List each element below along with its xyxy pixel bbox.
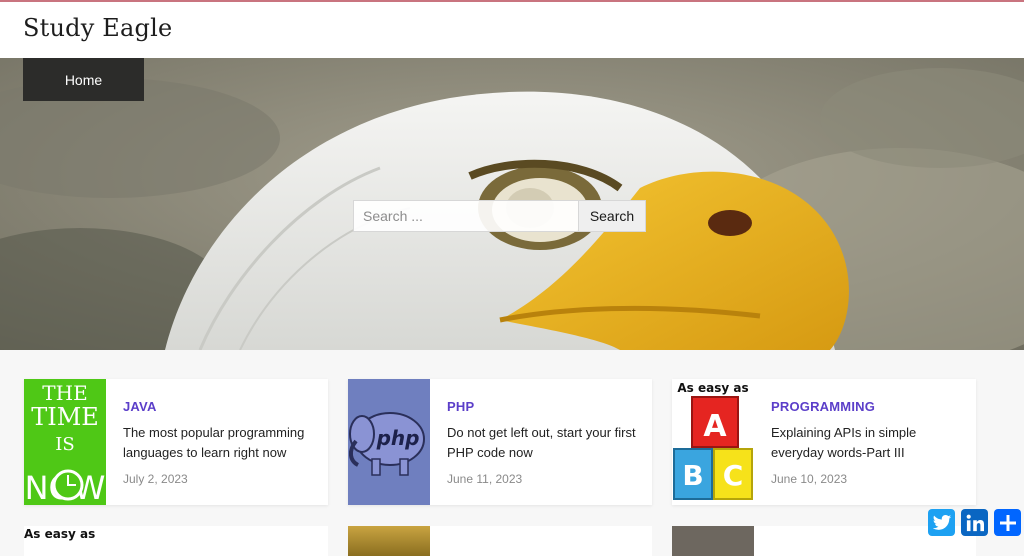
nav-home-link[interactable]: Home — [23, 58, 144, 101]
post-title[interactable]: Do not get left out, start your first PH… — [447, 423, 643, 463]
post-category[interactable]: PHP — [447, 399, 474, 414]
post-title[interactable]: Explaining APIs in simple everyday words… — [771, 423, 967, 463]
post-date: June 11, 2023 — [447, 472, 523, 486]
post-date: July 2, 2023 — [123, 472, 188, 486]
svg-text:A: A — [703, 409, 727, 444]
post-thumbnail[interactable] — [348, 526, 430, 556]
post-card-next-2[interactable] — [348, 526, 652, 556]
post-thumbnail[interactable]: As easy as — [24, 526, 106, 556]
twitter-icon — [932, 514, 951, 530]
post-thumbnail-abc-blocks[interactable]: As easy as A B C — [672, 379, 754, 505]
search-button[interactable]: Search — [579, 200, 646, 232]
post-category[interactable]: JAVA — [123, 399, 157, 414]
thumb-as-easy-as: As easy as — [677, 381, 748, 395]
thumb-php-logo: php — [376, 426, 420, 450]
share-plus-icon — [999, 514, 1016, 531]
linkedin-icon — [966, 514, 984, 531]
svg-text:B: B — [682, 459, 703, 492]
post-category[interactable]: PROGRAMMING — [771, 399, 875, 414]
linkedin-share-button[interactable] — [961, 509, 988, 536]
post-card-java[interactable]: THE TIME IS NOW JAVA The most popular pr… — [24, 379, 328, 505]
post-thumbnail-php-elephant[interactable]: php — [348, 379, 430, 505]
post-date: June 10, 2023 — [771, 472, 848, 486]
post-card-programming[interactable]: As easy as A B C PROGRAMMING Explaining … — [672, 379, 976, 505]
thumb-word-the: THE — [42, 381, 87, 405]
svg-text:C: C — [723, 459, 744, 492]
post-title[interactable]: The most popular programming languages t… — [123, 423, 319, 463]
share-more-button[interactable] — [994, 509, 1021, 536]
thumb-word-is: IS — [55, 434, 74, 455]
post-thumbnail[interactable] — [672, 526, 754, 556]
site-title[interactable]: Study Eagle — [23, 14, 172, 42]
search-form: Search — [353, 200, 646, 232]
post-thumbnail-time-is-now[interactable]: THE TIME IS NOW — [24, 379, 106, 505]
post-card-next-1[interactable]: As easy as — [24, 526, 328, 556]
post-card-php[interactable]: php PHP Do not get left out, start your … — [348, 379, 652, 505]
search-input[interactable] — [353, 200, 579, 232]
twitter-share-button[interactable] — [928, 509, 955, 536]
thumb-word-time: TIME — [31, 403, 99, 431]
site-header: Study Eagle — [0, 2, 1024, 58]
